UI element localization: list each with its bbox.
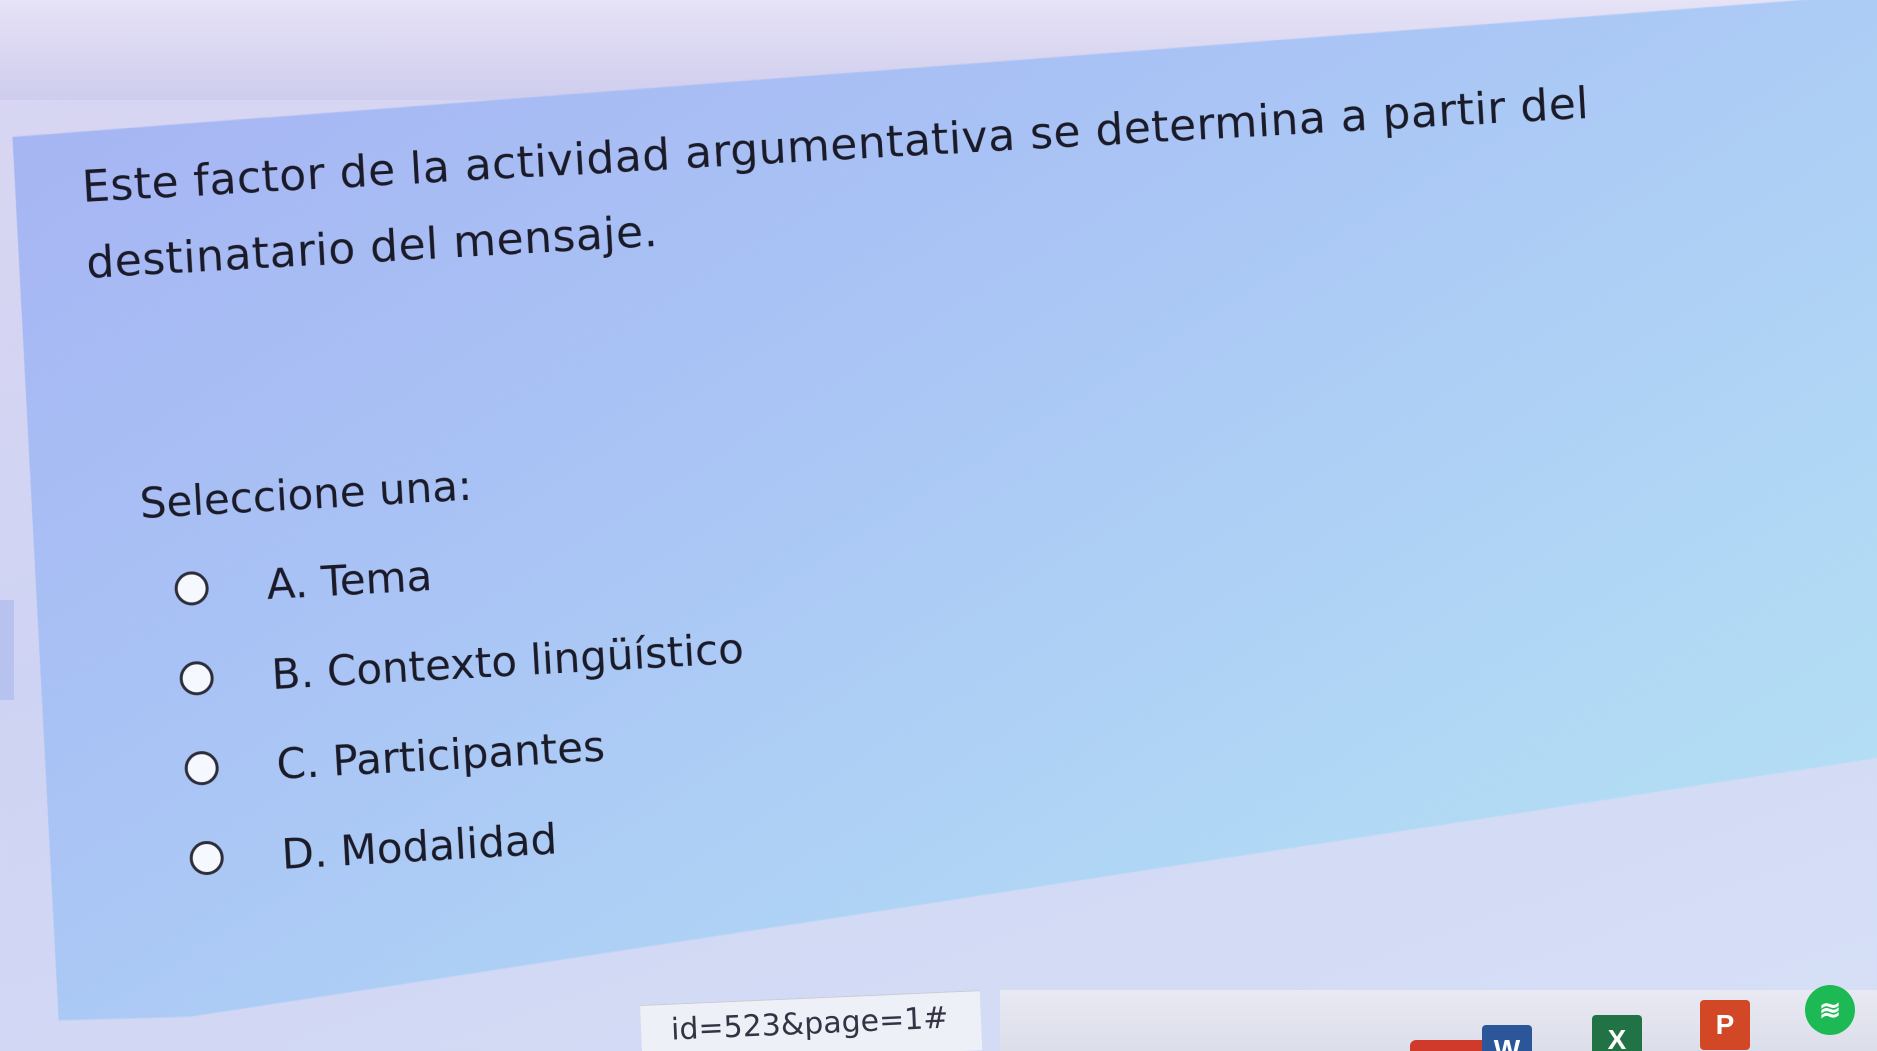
answer-options: A. Tema B. Contexto lingüístico C. Parti… (172, 449, 1877, 904)
word-icon[interactable]: W (1482, 1025, 1532, 1051)
option-b-label[interactable]: B. Contexto lingüístico (270, 623, 745, 698)
option-a-label[interactable]: A. Tema (265, 551, 433, 609)
excel-icon[interactable]: X (1592, 1015, 1642, 1051)
powerpoint-icon[interactable]: P (1700, 1000, 1750, 1050)
question-content: Este factor de la actividad argumentativ… (80, 51, 1877, 908)
option-c-label[interactable]: C. Participantes (275, 721, 606, 788)
radio-button-c[interactable] (183, 750, 220, 787)
left-edge-panel (0, 600, 14, 700)
radio-button-d[interactable] (188, 840, 225, 876)
status-url: id=523&page=1# (640, 990, 983, 1051)
radio-button-b[interactable] (178, 660, 215, 697)
option-d-label[interactable]: D. Modalidad (280, 814, 558, 878)
taskbar-app-tab[interactable] (1410, 1040, 1490, 1051)
radio-button-a[interactable] (173, 570, 210, 607)
spotify-icon[interactable]: ≋ (1805, 985, 1855, 1035)
